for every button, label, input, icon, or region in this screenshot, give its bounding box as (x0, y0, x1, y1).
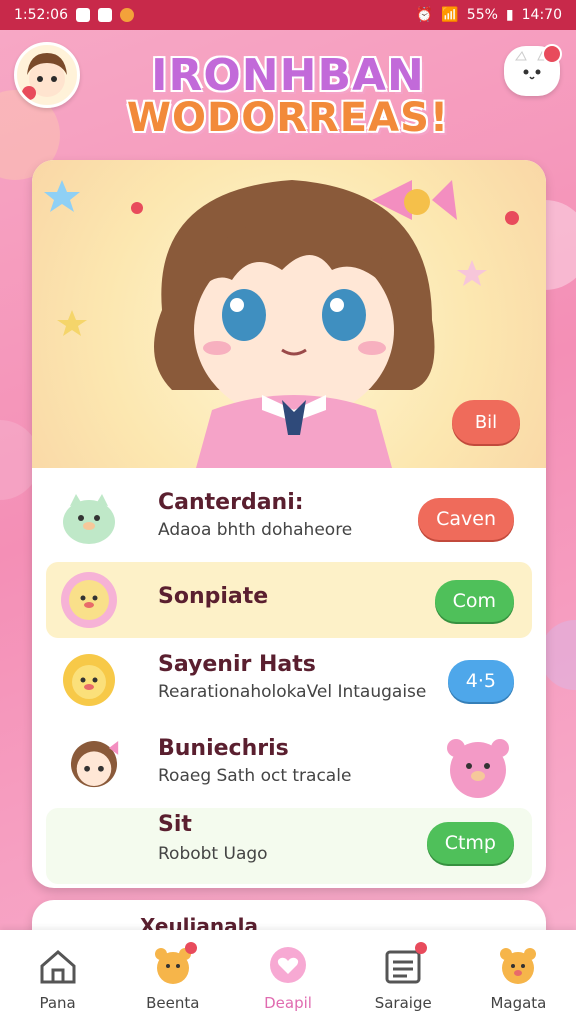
list-item[interactable]: Canterdani: Adaoa bhth dohaheore Caven (46, 480, 532, 556)
tab-deapil[interactable]: Deapil (230, 930, 345, 1024)
tab-label: Magata (490, 994, 547, 1012)
list-item-button[interactable]: 4·5 (447, 660, 514, 702)
tab-magata[interactable]: Magata (461, 930, 576, 1024)
tab-label: Deapil (264, 994, 312, 1012)
tab-badge (184, 942, 197, 954)
app-title-line2: WODORREAS! (126, 95, 450, 141)
notification-icon (75, 8, 90, 22)
bear-face-icon (500, 948, 537, 984)
app-title: IRONHBAN WODORREAS! (120, 50, 456, 141)
list-item-button[interactable]: Caven (418, 498, 514, 540)
list-item-button[interactable]: Ctmp (426, 822, 514, 864)
app-notification-icon (97, 8, 112, 22)
rainbow-lion-icon (61, 572, 117, 628)
wifi-icon: 📶 (441, 7, 459, 23)
list-item[interactable]: Sit Robobt Uago Ctmp (46, 808, 532, 884)
heart-chat-icon (270, 947, 306, 983)
bottom-tab-bar: Pana Beenta Deapil Saraige Magata (0, 930, 576, 1024)
main-card: Bil Canterdani: Adaoa bhth dohaheore Cav… (32, 160, 546, 888)
status-time-left: 1:52:06 (14, 7, 68, 23)
list-item[interactable]: Sonpiate Com (46, 562, 532, 638)
alarm-icon: ⏰ (415, 7, 434, 23)
list-item-subtitle: Adaoa bhth dohaheore (158, 520, 353, 540)
list-item[interactable]: Sayenir Hats RearationaholokaVel Intauga… (46, 642, 532, 718)
profile-avatar[interactable] (14, 42, 80, 108)
tab-beenta[interactable]: Beenta (115, 930, 230, 1024)
home-icon (40, 950, 76, 984)
status-time-right: 14:70 (521, 7, 562, 23)
tab-label: Pana (39, 994, 76, 1012)
hero-banner: Bil (32, 160, 546, 468)
status-bar: 1:52:06 ⏰ 📶 55% ▮ 14:70 (0, 0, 576, 30)
tab-badge (415, 942, 428, 954)
list-item-title: Sonpiate (158, 584, 269, 609)
messages-button[interactable] (504, 44, 562, 96)
list-item[interactable]: Buniechris Roaeg Sath oct tracale (46, 726, 532, 802)
tab-label: Beenta (146, 994, 200, 1012)
list-item-title: Buniechris (158, 736, 289, 761)
list-item-subtitle: Robobt Uago (158, 844, 268, 864)
list-item-button[interactable]: Com (434, 580, 514, 622)
tab-saraige[interactable]: Saraige (346, 930, 461, 1024)
hero-action-button[interactable]: Bil (452, 400, 520, 444)
pink-bear-icon (447, 739, 509, 798)
battery-icon: ▮ (505, 7, 514, 23)
list-item-subtitle: Roaeg Sath oct tracale (158, 766, 352, 786)
cat-plush-icon (63, 494, 115, 544)
tab-label: Saraige (374, 994, 432, 1012)
tab-home[interactable]: Pana (0, 930, 115, 1024)
list-item-title: Sayenir Hats (158, 652, 316, 677)
app-title-line1: IRONHBAN (151, 50, 425, 101)
girl-character-icon (70, 741, 119, 788)
list-item-title: Sit (158, 812, 192, 837)
lion-plush-icon (63, 654, 115, 706)
list-item-title: Canterdani: (158, 490, 304, 515)
messages-badge (542, 44, 562, 64)
list-item-subtitle: RearationaholokaVel Intaugaise (158, 682, 427, 702)
coin-icon (119, 8, 134, 22)
girl-avatar-icon (22, 53, 67, 100)
battery-level: 55% (466, 7, 498, 23)
